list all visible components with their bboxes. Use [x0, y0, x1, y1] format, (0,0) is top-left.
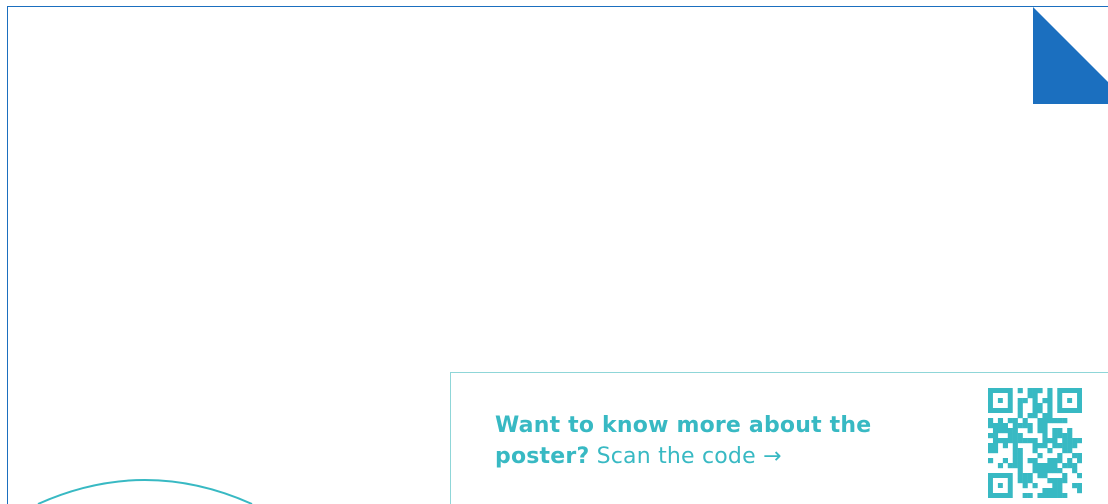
scan-info-text: Want to know more about the poster? Scan… — [495, 410, 915, 472]
arrow-right-icon: → — [763, 444, 782, 469]
scan-info-rest-text: Scan the code — [589, 444, 756, 469]
decorative-circle — [37, 479, 253, 504]
corner-fold-triangle — [1033, 7, 1108, 104]
qr-code-icon[interactable] — [988, 388, 1082, 498]
